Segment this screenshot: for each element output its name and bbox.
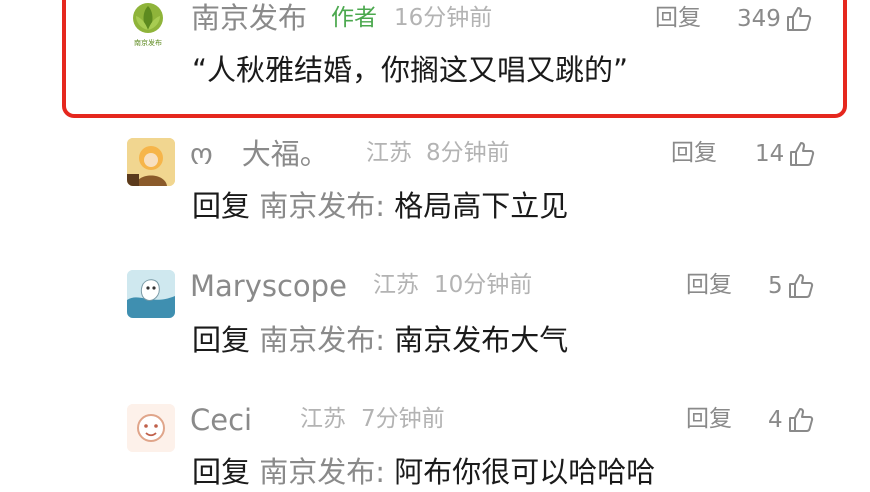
comment-item: ო 大福。 江苏 8分钟前 回复 14 回复 南京发布: 格局高下立见 xyxy=(0,130,870,240)
reply-button[interactable]: 回复 xyxy=(671,142,717,165)
username[interactable]: ო 大福。 xyxy=(190,140,329,169)
reply-prefix: 回复 xyxy=(192,455,251,489)
like-button[interactable]: 14 xyxy=(755,140,816,168)
like-count: 14 xyxy=(755,140,785,167)
nanjing-logo-icon: 南京发布 xyxy=(133,3,163,47)
reply-target[interactable]: 南京发布: xyxy=(259,189,385,223)
reply-button[interactable]: 回复 xyxy=(686,274,732,297)
reply-target[interactable]: 南京发布: xyxy=(259,323,385,357)
like-button[interactable]: 5 xyxy=(768,272,815,300)
avatar[interactable]: 南京发布 xyxy=(124,0,172,48)
comment-location: 江苏 xyxy=(300,406,346,432)
reply-text: 南京发布大气 xyxy=(394,323,569,357)
comment-text: 回复 南京发布: 格局高下立见 xyxy=(192,192,568,221)
username[interactable]: Maryscope xyxy=(190,272,347,301)
comment-text: 回复 南京发布: 南京发布大气 xyxy=(192,326,568,355)
avatar-image xyxy=(127,404,175,452)
like-count: 349 xyxy=(737,5,781,32)
reply-button[interactable]: 回复 xyxy=(686,408,732,431)
comment-location: 江苏 xyxy=(366,140,412,166)
comment-item: Ceci 江苏 7分钟前 回复 4 回复 南京发布: 阿布你很可以哈哈哈 xyxy=(0,396,870,492)
thumbs-up-icon xyxy=(788,408,813,432)
comment-location: 江苏 xyxy=(373,272,419,298)
comment-time: 8分钟前 xyxy=(426,140,510,166)
username[interactable]: 南京发布 xyxy=(191,4,307,33)
avatar[interactable] xyxy=(127,404,175,452)
like-button[interactable]: 4 xyxy=(768,406,815,434)
author-badge: 作者 xyxy=(331,5,377,31)
like-button[interactable]: 349 xyxy=(737,5,813,33)
comment-item: 南京发布 南京发布 作者 16分钟前 回复 349 “人秋雅结婚，你搁这又唱又跳… xyxy=(0,0,870,120)
comment-text: 回复 南京发布: 阿布你很可以哈哈哈 xyxy=(192,458,655,487)
reply-text: 格局高下立见 xyxy=(394,189,569,223)
comment-text: “人秋雅结婚，你搁这又唱又跳的” xyxy=(192,53,629,87)
avatar-label: 南京发布 xyxy=(134,38,162,47)
thumbs-up-icon xyxy=(788,274,813,298)
comment-time: 16分钟前 xyxy=(394,5,493,31)
like-count: 5 xyxy=(768,272,783,299)
reply-prefix: 回复 xyxy=(192,189,251,223)
like-count: 4 xyxy=(768,406,783,433)
avatar-image xyxy=(127,138,175,186)
avatar[interactable] xyxy=(127,138,175,186)
comment-item: Maryscope 江苏 10分钟前 回复 5 回复 南京发布: 南京发布大气 xyxy=(0,262,870,372)
username[interactable]: Ceci xyxy=(190,406,252,435)
avatar-image xyxy=(127,270,175,318)
reply-text: 阿布你很可以哈哈哈 xyxy=(394,455,656,489)
avatar[interactable] xyxy=(127,270,175,318)
thumbs-up-icon xyxy=(786,7,812,31)
thumbs-up-icon xyxy=(790,142,815,166)
reply-button[interactable]: 回复 xyxy=(655,7,701,30)
reply-target[interactable]: 南京发布: xyxy=(259,455,385,489)
reply-prefix: 回复 xyxy=(192,323,251,357)
comment-time: 7分钟前 xyxy=(361,406,445,432)
comment-time: 10分钟前 xyxy=(434,272,533,298)
